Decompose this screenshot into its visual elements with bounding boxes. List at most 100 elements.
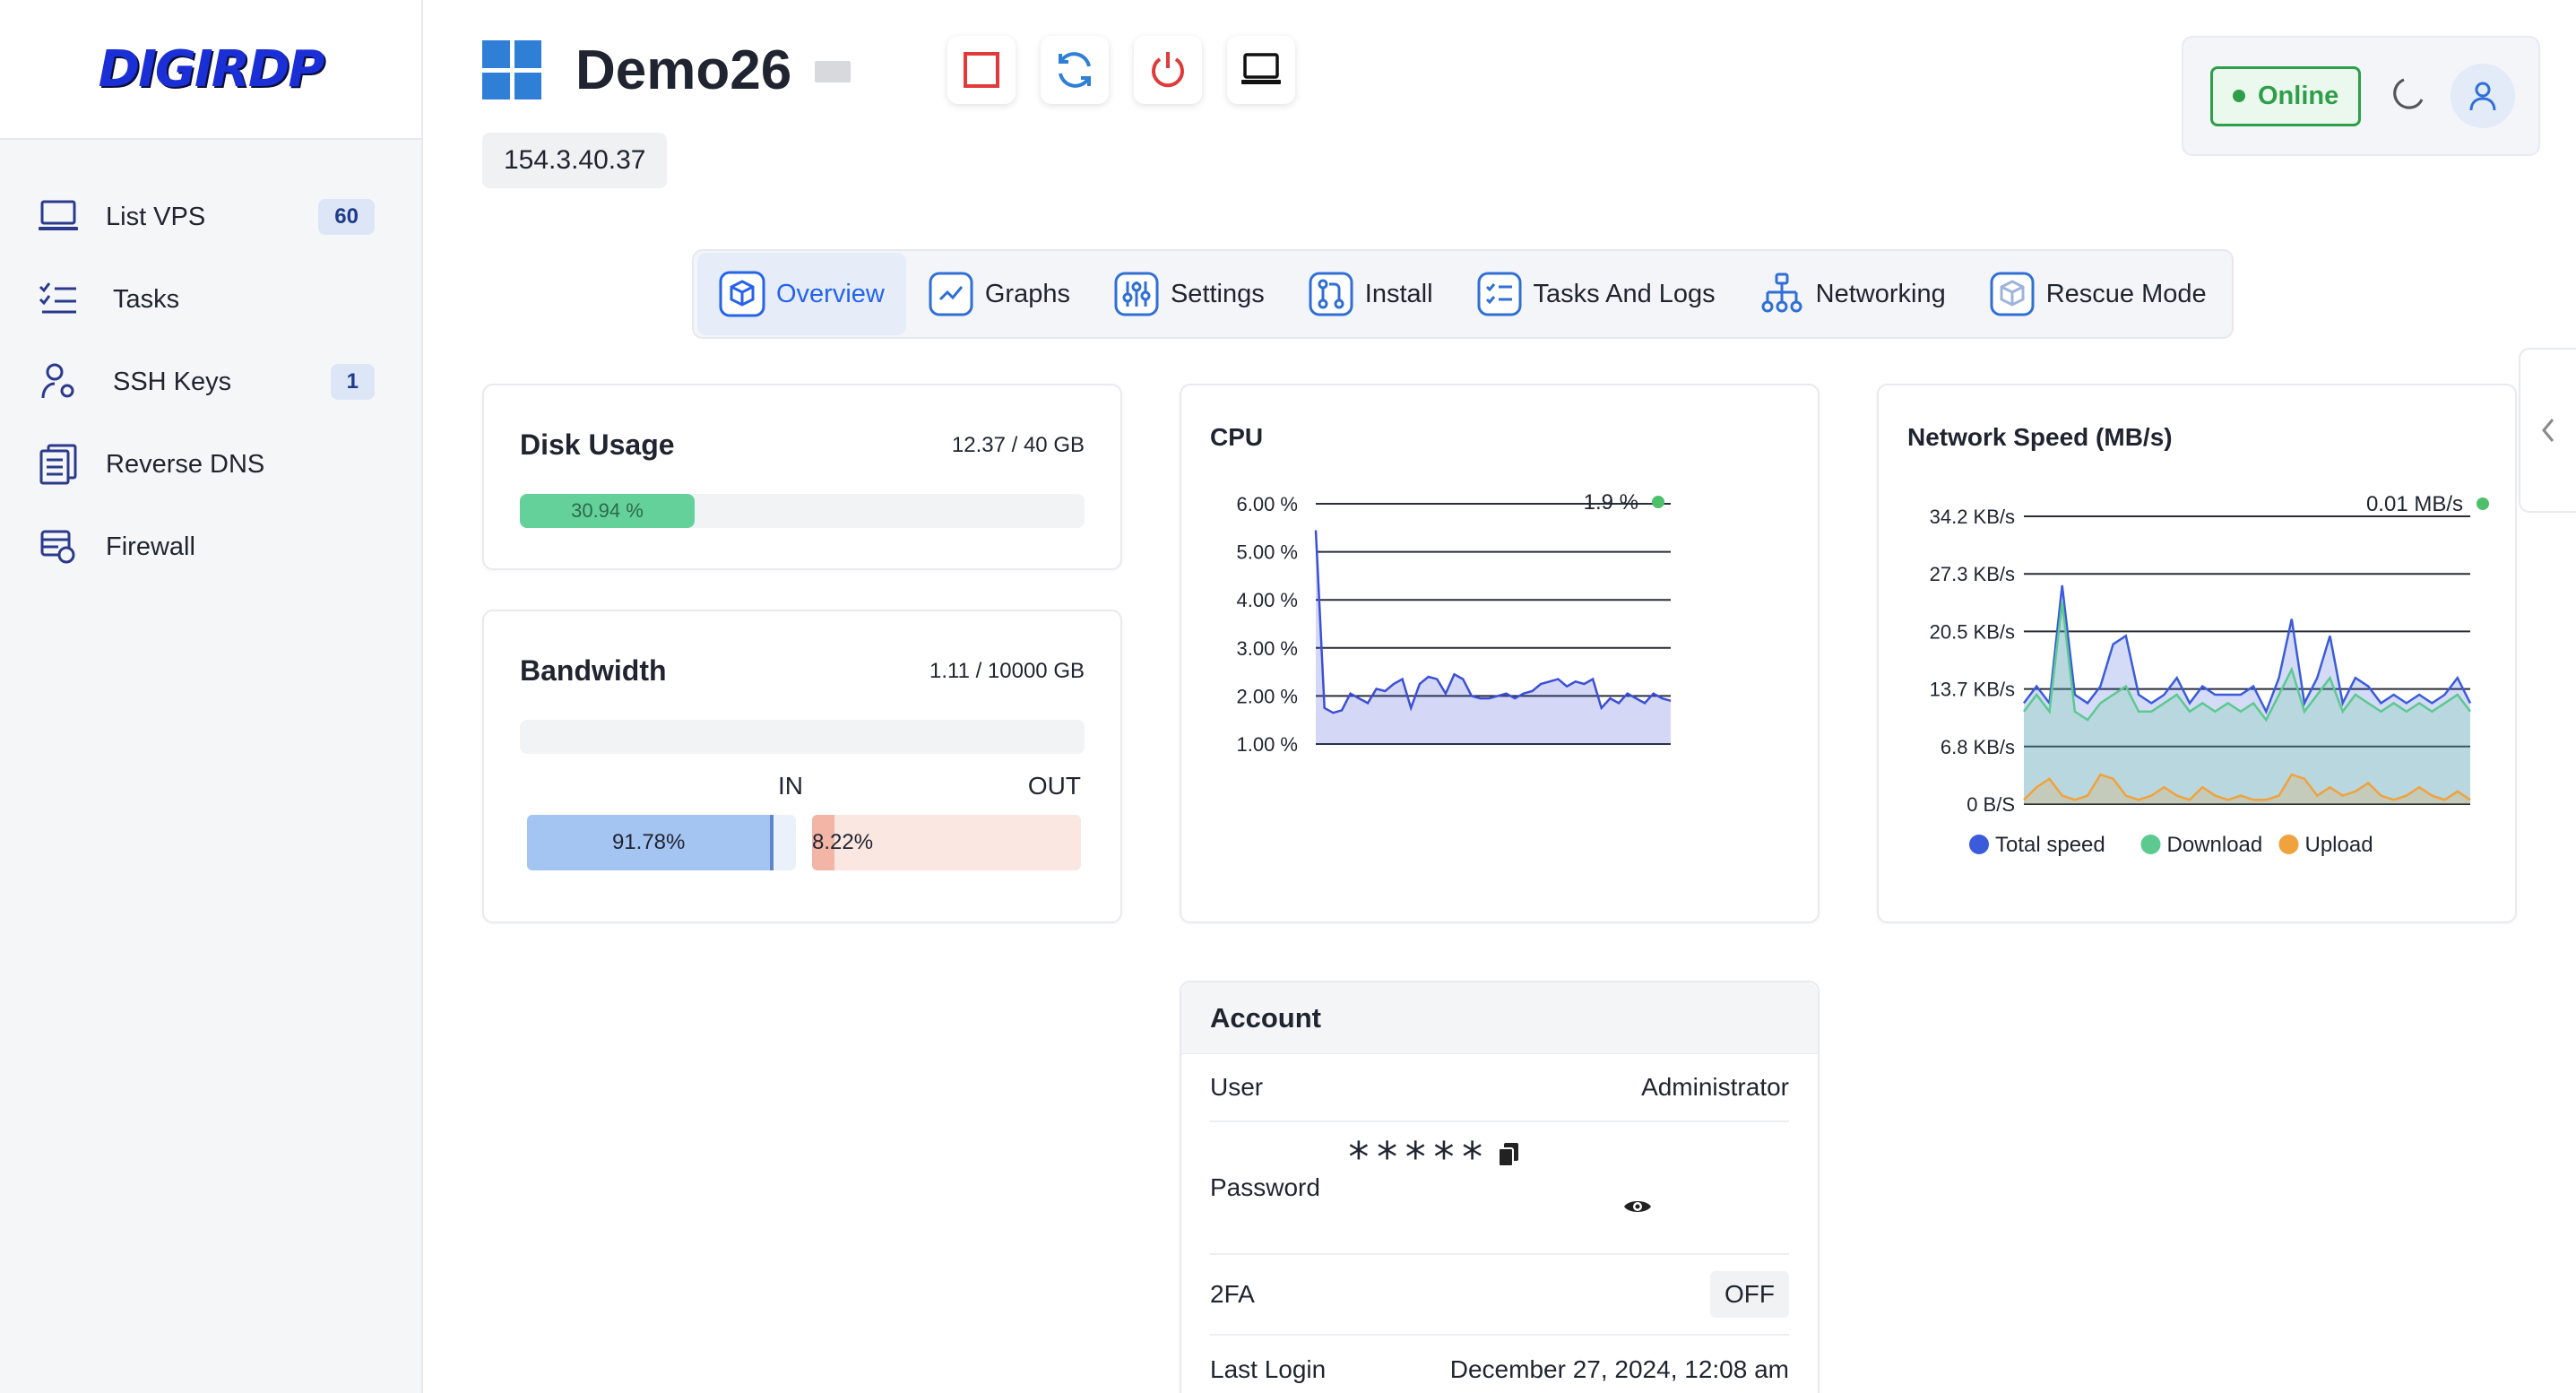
git-pull-icon xyxy=(1308,271,1354,317)
series-line-0 xyxy=(1314,530,1672,714)
moon-icon[interactable] xyxy=(2388,74,2427,118)
series-area-0 xyxy=(1316,530,1671,744)
tab-label: Tasks And Logs xyxy=(1533,279,1716,308)
power-off-button[interactable] xyxy=(1134,36,1203,104)
password-label: Password xyxy=(1210,1173,1320,1201)
user-avatar[interactable] xyxy=(2451,64,2516,128)
cube-icon xyxy=(719,271,765,317)
sidebar-item-list-vps[interactable]: List VPS 60 xyxy=(0,176,421,258)
sidebar-item-reverse-dns[interactable]: Reverse DNS xyxy=(0,423,421,506)
y-tick-label: 1.00 % xyxy=(1237,733,1299,756)
panel-collapse-toggle[interactable] xyxy=(2519,348,2576,513)
vps-name: Demo26 xyxy=(575,39,792,101)
twofa-label: 2FA xyxy=(1210,1280,1255,1308)
disk-usage-card: Disk Usage 12.37 / 40 GB 30.94 % xyxy=(482,384,1122,570)
sidebar-nav: List VPS 60 Tasks SSH Keys 1 Reverse DNS xyxy=(0,140,421,588)
documents-icon xyxy=(38,444,79,485)
ssh-key-count-badge: 1 xyxy=(330,364,375,400)
last-login-label: Last Login xyxy=(1210,1355,1327,1383)
vps-header: Demo26 154.3.40.37 xyxy=(482,36,1320,188)
chevron-left-icon xyxy=(2542,419,2554,442)
sidebar-item-label: Reverse DNS xyxy=(106,449,265,479)
sidebar-item-label: SSH Keys xyxy=(113,367,232,396)
y-tick-label: 0 B/S xyxy=(1967,793,2015,816)
tab-label: Install xyxy=(1364,279,1433,308)
card-title: Account xyxy=(1210,1001,1321,1034)
live-indicator-dot xyxy=(2477,497,2489,510)
legend-swatch xyxy=(2278,835,2299,854)
refresh-icon xyxy=(1059,52,1092,88)
show-password-eye-icon[interactable] xyxy=(1622,1194,1653,1223)
sidebar-item-tasks[interactable]: Tasks xyxy=(0,258,421,341)
twofa-status-badge[interactable]: OFF xyxy=(1710,1271,1789,1318)
user-value: Administrator xyxy=(1641,1073,1789,1101)
bandwidth-usage-value: 1.11 / 10000 GB xyxy=(929,658,1085,683)
restart-button[interactable] xyxy=(1041,36,1110,104)
power-icon xyxy=(1152,52,1185,88)
legend-swatch xyxy=(1969,835,1989,854)
network-speed-chart: 34.2 KB/s 27.3 KB/s 20.5 KB/s 13.7 KB/s 6.8 … xyxy=(1930,492,2489,857)
firewall-icon xyxy=(38,526,79,567)
y-tick-label: 2.00 % xyxy=(1237,685,1299,707)
task-list-icon xyxy=(1476,271,1523,317)
bandwidth-out-bar: 8.22% xyxy=(812,815,1081,870)
tab-label: Networking xyxy=(1815,279,1946,308)
bandwidth-out-label: OUT xyxy=(1027,772,1081,800)
legend-swatch xyxy=(2140,835,2161,854)
disk-progress-bar: 30.94 % xyxy=(520,494,1085,528)
disk-progress-fill: 30.94 % xyxy=(520,494,695,528)
sidebar-item-label: List VPS xyxy=(106,202,206,231)
sidebar-item-ssh-keys[interactable]: SSH Keys 1 xyxy=(0,341,421,423)
bandwidth-card: Bandwidth 1.11 / 10000 GB IN OUT 91.78% … xyxy=(482,610,1122,923)
tab-settings[interactable]: Settings xyxy=(1092,253,1286,335)
tab-networking[interactable]: Networking xyxy=(1737,253,1967,335)
checklist-icon xyxy=(38,279,79,320)
ip-address[interactable]: 154.3.40.37 xyxy=(482,133,668,188)
bandwidth-in-fill: 91.78% xyxy=(527,815,774,870)
main-content: Demo26 154.3.40.37 Online Overview Graph… xyxy=(423,0,2576,1393)
online-dot-icon xyxy=(2233,90,2245,102)
logo-container: DIGIRDP xyxy=(0,0,421,140)
box-rescue-icon xyxy=(1989,271,2036,317)
bandwidth-in-label: IN xyxy=(778,772,803,800)
last-login-value: December 27, 2024, 12:08 am xyxy=(1449,1355,1789,1383)
stop-button[interactable] xyxy=(947,36,1016,104)
windows-os-icon xyxy=(482,40,541,100)
bandwidth-out-percent: 8.22% xyxy=(812,830,874,854)
tab-rescue-mode[interactable]: Rescue Mode xyxy=(1967,253,2228,335)
power-controls xyxy=(947,36,1320,104)
copy-icon[interactable] xyxy=(1497,1141,1520,1174)
tab-overview[interactable]: Overview xyxy=(697,253,906,335)
status-text: Online xyxy=(2258,81,2339,110)
vps-count-badge: 60 xyxy=(318,199,375,235)
legend-label: Download xyxy=(2167,833,2263,857)
user-label: User xyxy=(1210,1073,1264,1101)
vps-tabs: Overview Graphs Settings Install Tasks A… xyxy=(692,249,2234,339)
tab-label: Rescue Mode xyxy=(2045,279,2207,308)
disk-usage-value: 12.37 / 40 GB xyxy=(951,432,1085,457)
current-value-label: 1.9 % xyxy=(1584,490,1638,515)
bandwidth-in-bar: 91.78% xyxy=(527,815,796,870)
y-tick-label: 27.3 KB/s xyxy=(1930,563,2015,585)
sidebar-item-firewall[interactable]: Firewall xyxy=(0,506,421,588)
line-chart-icon xyxy=(928,271,974,317)
legend-label: Upload xyxy=(2305,833,2373,857)
sliders-icon xyxy=(1113,271,1160,317)
cpu-chart: 6.00 % 5.00 % 4.00 % 3.00 % 2.00 % 1.00 % 1.9 … xyxy=(1237,490,1672,756)
account-user-row: User Administrator xyxy=(1210,1054,1789,1122)
y-tick-label: 13.7 KB/s xyxy=(1930,679,2015,701)
y-tick-label: 5.00 % xyxy=(1237,541,1299,564)
sidebar-item-label: Firewall xyxy=(106,532,195,561)
sidebar: DIGIRDP List VPS 60 Tasks SSH Keys 1 Rev… xyxy=(0,0,423,1393)
status-badge: Online xyxy=(2210,65,2362,126)
tab-install[interactable]: Install xyxy=(1286,253,1455,335)
brand-logo[interactable]: DIGIRDP xyxy=(99,40,325,99)
tab-tasks-and-logs[interactable]: Tasks And Logs xyxy=(1455,253,1737,335)
network-speed-card: Network Speed (MB/s) 34.2 KB/s 27.3 KB/s 2… xyxy=(1877,384,2517,923)
console-button[interactable] xyxy=(1227,36,1296,104)
tab-graphs[interactable]: Graphs xyxy=(906,253,1092,335)
stop-icon xyxy=(964,52,1000,88)
account-password-row: Password ***** xyxy=(1210,1122,1789,1255)
tab-label: Settings xyxy=(1170,279,1265,308)
chart-title: CPU xyxy=(1210,423,1264,451)
